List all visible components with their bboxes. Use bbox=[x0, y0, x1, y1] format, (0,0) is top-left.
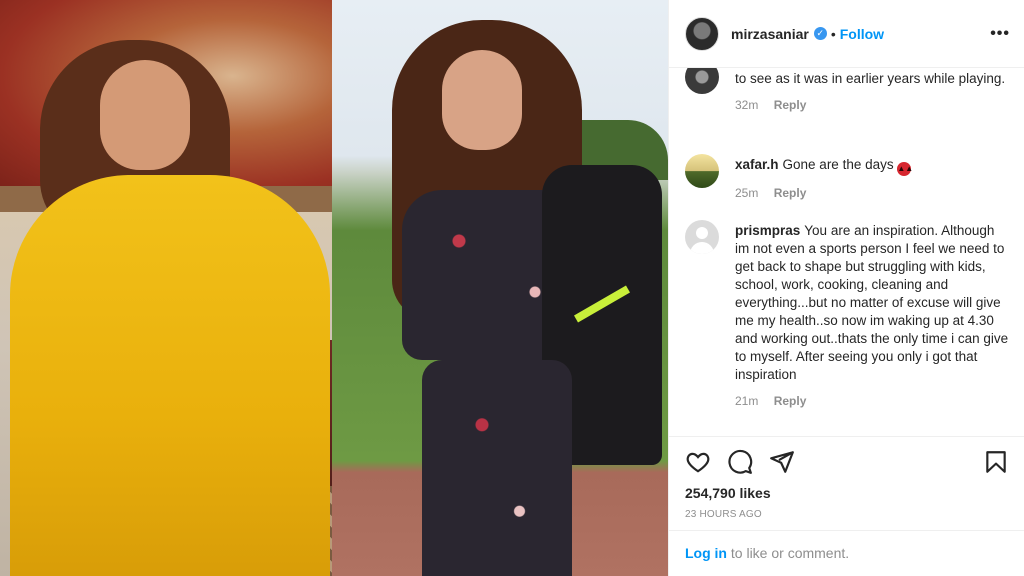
header-separator: • bbox=[830, 25, 836, 42]
default-avatar-icon[interactable] bbox=[685, 220, 719, 254]
comment-body: to see as it was in earlier years while … bbox=[735, 68, 1005, 114]
comment-icon[interactable] bbox=[727, 449, 753, 475]
commenter-username[interactable]: prismpras bbox=[735, 223, 800, 238]
comment-meta: 21m Reply bbox=[735, 392, 1011, 410]
likes-count[interactable]: 254,790 likes bbox=[685, 485, 1009, 501]
reply-button[interactable]: Reply bbox=[774, 186, 807, 200]
author-avatar[interactable] bbox=[685, 16, 719, 51]
comment-time: 32m bbox=[735, 98, 759, 112]
post-actions: 254,790 likes 23 HOURS AGO bbox=[669, 436, 1024, 520]
heart-icon[interactable] bbox=[685, 449, 711, 475]
post-timestamp[interactable]: 23 HOURS AGO bbox=[685, 509, 1009, 520]
comment-item: to see as it was in earlier years while … bbox=[685, 68, 1011, 114]
woman-right-face bbox=[442, 50, 522, 150]
reply-button[interactable]: Reply bbox=[774, 98, 807, 112]
author-username[interactable]: mirzasaniar bbox=[731, 26, 809, 42]
woman-right-floral-pants bbox=[422, 360, 572, 576]
comment-body: xafar.h Gone are the days ▲▲ 25m Reply bbox=[735, 154, 913, 202]
comments-list[interactable]: to see as it was in earlier years while … bbox=[669, 68, 1024, 436]
follow-button[interactable]: Follow bbox=[840, 26, 884, 42]
login-prompt-text: to like or comment. bbox=[727, 545, 850, 561]
comment-text: Gone are the days bbox=[782, 157, 894, 172]
woman-left-yellow-dress bbox=[10, 175, 330, 576]
commenter-avatar[interactable] bbox=[685, 154, 719, 188]
comment-time: 25m bbox=[735, 186, 759, 200]
more-options-icon[interactable]: ••• bbox=[990, 25, 1010, 43]
bookmark-icon[interactable] bbox=[983, 449, 1009, 475]
comment-time: 21m bbox=[735, 394, 759, 408]
comment-meta: 25m Reply bbox=[735, 184, 911, 202]
action-icons-row bbox=[685, 445, 1009, 479]
woman-left-face bbox=[100, 60, 190, 170]
login-link[interactable]: Log in bbox=[685, 545, 727, 561]
photo-right-panel bbox=[332, 0, 668, 576]
photo-left-panel bbox=[0, 0, 332, 576]
comment-item: xafar.h Gone are the days ▲▲ 25m Reply bbox=[685, 154, 1011, 202]
comment-meta: 32m Reply bbox=[735, 96, 1005, 114]
post-image[interactable] bbox=[0, 0, 668, 576]
commenter-avatar[interactable] bbox=[685, 68, 719, 94]
login-bar: Log in to like or comment. bbox=[669, 530, 1024, 576]
comment-body: prismpras You are an inspiration. Althoug… bbox=[735, 220, 1011, 410]
smiling-devil-emoji-icon: ▲▲ bbox=[897, 162, 913, 176]
comment-item: prismpras You are an inspiration. Althoug… bbox=[685, 220, 1011, 410]
comment-text: You are an inspiration. Although im not … bbox=[735, 223, 1009, 382]
verified-badge-icon: ✓ bbox=[813, 27, 827, 40]
share-icon[interactable] bbox=[769, 449, 795, 475]
reply-button[interactable]: Reply bbox=[774, 394, 807, 408]
post-header: mirzasaniar ✓ • Follow ••• bbox=[669, 0, 1024, 68]
comment-text: to see as it was in earlier years while … bbox=[735, 71, 1006, 86]
post-side-panel: mirzasaniar ✓ • Follow ••• to see as it … bbox=[668, 0, 1024, 576]
commenter-username[interactable]: xafar.h bbox=[735, 157, 779, 172]
